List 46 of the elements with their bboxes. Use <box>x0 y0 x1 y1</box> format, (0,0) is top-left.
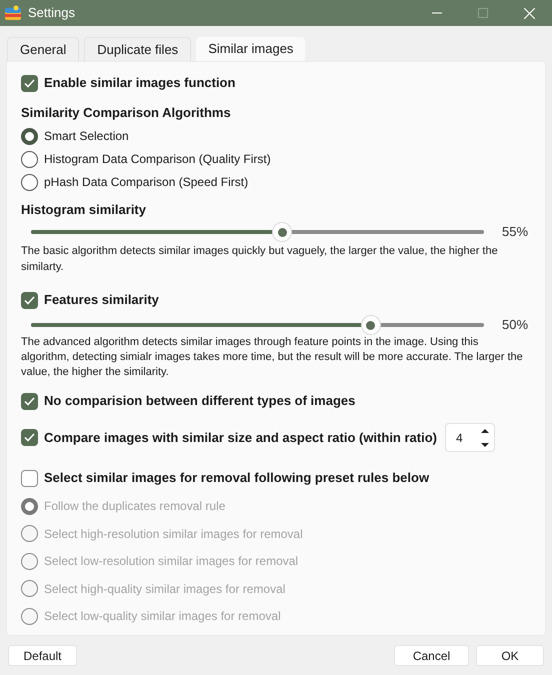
radio-label: pHash Data Comparison (Speed First) <box>44 174 248 191</box>
app-icon <box>4 5 22 21</box>
radio-label: Select high-resolution similar images for removal <box>44 526 303 542</box>
tab[interactable]: General <box>7 37 80 61</box>
maximize-icon <box>478 8 488 18</box>
checkbox-label: Enable similar images function <box>44 74 236 92</box>
check-icon <box>24 433 35 442</box>
dialog-button[interactable]: Cancel <box>394 645 469 666</box>
section-heading: Similarity Comparison Algorithms <box>21 105 232 121</box>
radio-label: Select low-resolution similar images for removal <box>44 553 298 570</box>
spin-value: 4 <box>456 430 464 446</box>
slider-value: 55% <box>502 223 528 242</box>
checkbox-label: Select similar images for removal following preset rules below <box>44 469 430 488</box>
dialog-button[interactable]: OK <box>476 645 544 666</box>
slider-thumb[interactable] <box>360 315 381 335</box>
radio-label: Select high-quality similar images for removal <box>44 580 286 598</box>
checkbox[interactable] <box>21 74 38 92</box>
check-icon <box>24 78 35 88</box>
slider-thumb[interactable] <box>272 222 292 242</box>
description-text: The advanced algorithm detects similar images through feature points in the image. Using this algorithm, detecting simialr images takes more time, but the result will be more accurate. The larger the value, the higher the similarity. <box>21 335 524 380</box>
radio-label: Smart Selection <box>44 128 129 145</box>
checkbox-label: No comparision between different types of images <box>44 392 356 410</box>
close-icon <box>524 8 534 18</box>
radio-label: Follow the duplicates removal rule <box>44 498 226 515</box>
checkbox-label: Features similarity <box>44 291 159 310</box>
section-heading: Histogram similarity <box>21 202 147 218</box>
radio-button[interactable] <box>21 174 38 190</box>
radio-button[interactable] <box>21 128 38 144</box>
description-text: The basic algorithm detects similar images quickly but vaguely, the larger the value, the higher the similarty. <box>21 244 499 275</box>
tab[interactable]: Similar images <box>196 37 306 61</box>
spin-box[interactable]: 4 <box>444 423 495 452</box>
checkbox[interactable] <box>21 292 38 308</box>
tab[interactable]: Duplicate files <box>84 37 192 61</box>
checkbox[interactable] <box>21 429 38 446</box>
window-title: Settings <box>28 4 75 22</box>
radio-button[interactable] <box>21 150 38 168</box>
checkbox[interactable] <box>21 392 38 410</box>
check-icon <box>24 296 35 304</box>
dialog-button[interactable]: Default <box>8 645 77 666</box>
checkbox[interactable] <box>21 470 38 486</box>
slider-value: 50% <box>502 316 528 334</box>
radio-label: Select low-quality similar images for removal <box>44 608 281 625</box>
check-icon <box>24 396 35 406</box>
checkbox-label: Compare images with similar size and aspect ratio (within ratio) <box>44 428 437 447</box>
radio-label: Histogram Data Comparison (Quality First) <box>44 151 271 168</box>
spin-arrows-icon[interactable] <box>480 426 490 448</box>
